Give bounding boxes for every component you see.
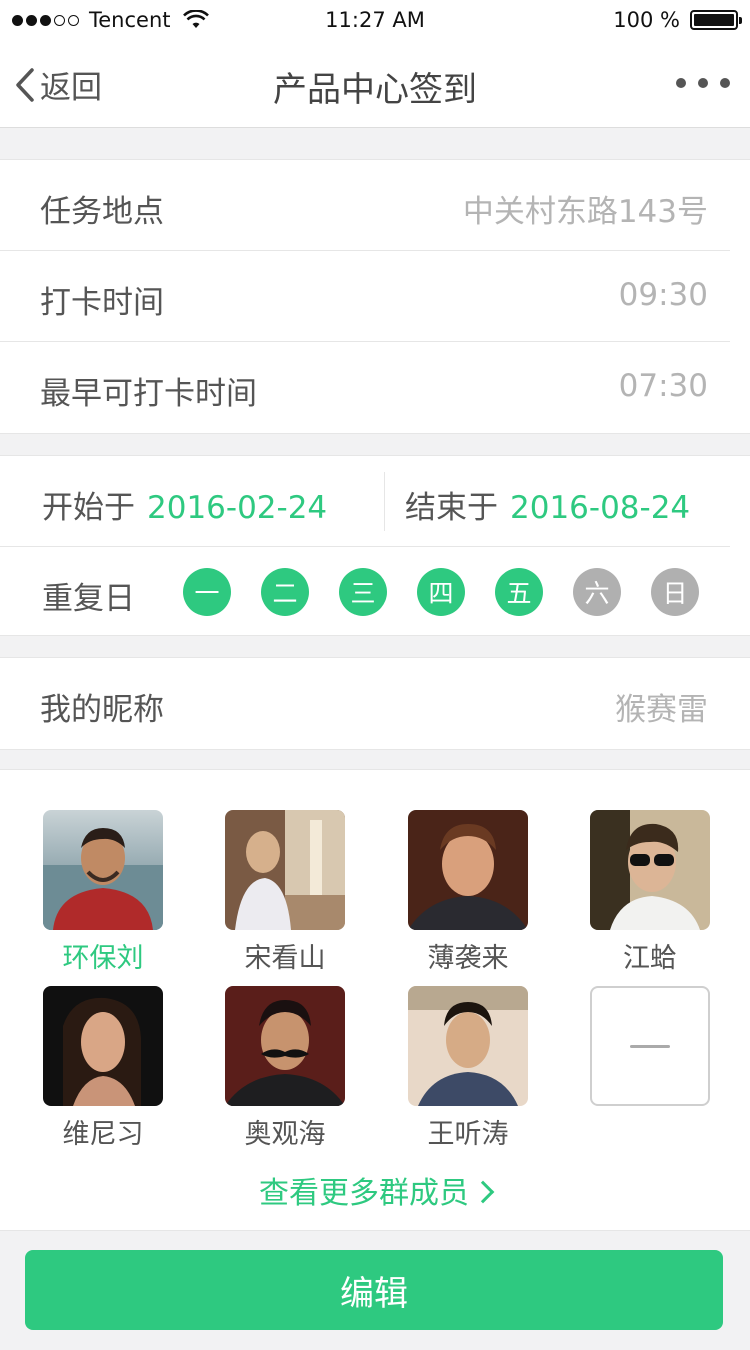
day-toggle-wed[interactable]: 三: [339, 568, 387, 616]
checkin-time-label: 打卡时间: [40, 285, 164, 321]
location-value: 中关村东路143号: [462, 194, 708, 230]
end-date-value: 2016-08-24: [510, 490, 691, 526]
day-toggle-thu[interactable]: 四: [417, 568, 465, 616]
battery-icon: [690, 10, 742, 30]
status-right: 100 %: [613, 8, 742, 32]
day-toggle-tue[interactable]: 二: [261, 568, 309, 616]
start-date[interactable]: 开始于 2016-02-24: [42, 482, 327, 527]
start-date-value: 2016-02-24: [147, 490, 328, 526]
day-toggle-fri[interactable]: 五: [495, 568, 543, 616]
nickname-value: 猴赛雷: [615, 692, 708, 728]
checkin-time-value: 09:30: [618, 277, 708, 313]
page-title: 产品中心签到: [273, 70, 477, 110]
repeat-days-row: 重复日 一 二 三 四 五 六 日: [0, 547, 750, 635]
day-toggle-sat[interactable]: 六: [573, 568, 621, 616]
member-name: 奥观海: [244, 1119, 326, 1150]
nickname-label: 我的昵称: [40, 692, 164, 728]
member-avatar: [225, 986, 345, 1106]
member-avatar: [590, 810, 710, 930]
member-name: 江蛤: [623, 943, 677, 974]
date-range-row: 开始于 2016-02-24 结束于 2016-08-24: [0, 456, 730, 547]
member-avatar: [225, 810, 345, 930]
member-card[interactable]: 环保刘: [43, 810, 163, 975]
earliest-time-value: 07:30: [618, 368, 708, 404]
end-date-label: 结束于: [405, 490, 498, 526]
navigation-bar: 返回 产品中心签到: [0, 40, 750, 128]
member-avatar: [43, 810, 163, 930]
day-toggle-mon[interactable]: 一: [183, 568, 231, 616]
member-card[interactable]: 薄袭来: [408, 810, 528, 975]
edit-button[interactable]: 编辑: [25, 1250, 723, 1330]
view-more-members-label: 查看更多群成员: [259, 1176, 469, 1211]
member-card[interactable]: 王听涛: [408, 986, 528, 1151]
date-divider: [384, 472, 385, 531]
schedule-section: 开始于 2016-02-24 结束于 2016-08-24 重复日 一 二 三 四 …: [0, 455, 750, 636]
member-avatar: [408, 986, 528, 1106]
member-name: 环保刘: [62, 943, 144, 974]
member-avatar: [408, 810, 528, 930]
member-name: 维尼习: [62, 1119, 144, 1150]
members-section: 环保刘 宋看山 薄袭来 江蛤 维尼习 奥观海 王听涛: [0, 769, 750, 1231]
earliest-time-row[interactable]: 最早可打卡时间 07:30: [0, 342, 750, 433]
repeat-label: 重复日: [42, 581, 135, 617]
member-card[interactable]: 奥观海: [225, 986, 345, 1151]
member-card[interactable]: 宋看山: [225, 810, 345, 975]
checkin-time-row[interactable]: 打卡时间 09:30: [0, 251, 730, 342]
start-date-label: 开始于: [42, 490, 135, 526]
member-name: 王听涛: [427, 1119, 509, 1150]
day-toggle-sun[interactable]: 日: [651, 568, 699, 616]
nickname-row[interactable]: 我的昵称 猴赛雷: [0, 658, 750, 749]
member-avatar: [43, 986, 163, 1106]
member-name: 薄袭来: [427, 943, 509, 974]
task-info-section: 任务地点 中关村东路143号 打卡时间 09:30 最早可打卡时间 07:30: [0, 159, 750, 434]
remove-member-button[interactable]: [590, 986, 710, 1106]
location-label: 任务地点: [40, 194, 164, 230]
end-date[interactable]: 结束于 2016-08-24: [405, 482, 690, 527]
member-card[interactable]: 维尼习: [43, 986, 163, 1151]
more-menu-icon[interactable]: [676, 78, 730, 88]
location-row[interactable]: 任务地点 中关村东路143号: [0, 160, 730, 251]
member-name: 宋看山: [244, 943, 326, 974]
battery-percent: 100 %: [613, 8, 680, 32]
nickname-section: 我的昵称 猴赛雷: [0, 657, 750, 750]
earliest-time-label: 最早可打卡时间: [40, 376, 257, 412]
status-bar: Tencent 11:27 AM 100 %: [0, 0, 750, 40]
view-more-members-link[interactable]: 查看更多群成员: [0, 1168, 750, 1212]
chevron-right-icon: [471, 1180, 495, 1204]
member-card[interactable]: 江蛤: [590, 810, 710, 975]
